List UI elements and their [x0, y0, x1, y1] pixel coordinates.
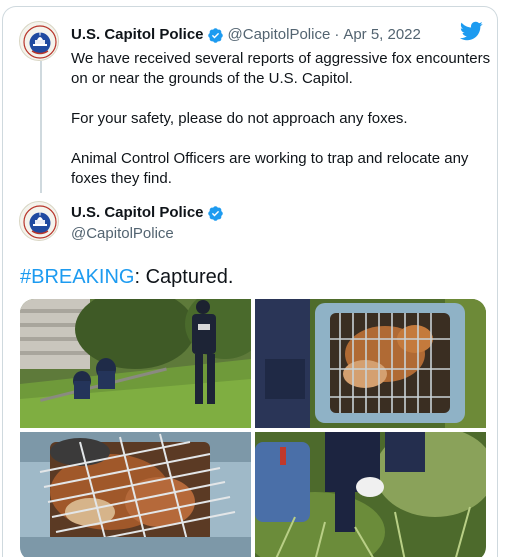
media-grid	[20, 299, 486, 557]
avatar[interactable]	[19, 21, 59, 61]
tweet-1[interactable]: U.S. Capitol Police @CapitolPolice · Apr…	[71, 25, 491, 189]
fox-in-carrier-photo[interactable]	[255, 299, 486, 428]
thread-connector-line	[40, 61, 42, 193]
capitol-police-badge-logo	[21, 23, 58, 60]
tweet-thread-card: U.S. Capitol Police @CapitolPolice · Apr…	[2, 6, 498, 557]
display-name[interactable]: U.S. Capitol Police	[71, 25, 204, 45]
tweet-paragraph: We have received several reports of aggr…	[71, 50, 491, 87]
avatar[interactable]	[19, 201, 59, 241]
hashtag-link[interactable]: #BREAKING	[20, 266, 134, 288]
tweet-2-text: #BREAKING: Captured.	[20, 265, 233, 289]
separator-dot: ·	[334, 26, 340, 43]
tweet-paragraph: For your safety, please do not approach …	[71, 110, 408, 127]
tweet-1-header: U.S. Capitol Police @CapitolPolice · Apr…	[71, 25, 491, 45]
tweet-2-header: U.S. Capitol Police @CapitolPolice	[71, 203, 228, 244]
tweet-paragraph: Animal Control Officers are working to t…	[71, 150, 469, 187]
capitol-police-badge-logo	[21, 203, 58, 240]
fox-behind-cage-bars-photo[interactable]	[20, 432, 251, 557]
officers-searching-grass-photo[interactable]	[20, 299, 251, 428]
display-name[interactable]: U.S. Capitol Police	[71, 203, 204, 223]
handle[interactable]: @CapitolPolice	[71, 224, 228, 244]
officers-kneeling-bushes-photo[interactable]	[255, 432, 486, 557]
tweet-2-text-rest: : Captured.	[134, 266, 234, 288]
handle[interactable]: @CapitolPolice	[228, 25, 331, 45]
verified-badge-icon	[207, 27, 224, 44]
twitter-bird-icon[interactable]	[459, 19, 483, 43]
tweet-1-text: We have received several reports of aggr…	[71, 49, 491, 189]
tweet-date[interactable]: Apr 5, 2022	[343, 25, 421, 45]
verified-badge-icon	[207, 205, 224, 222]
